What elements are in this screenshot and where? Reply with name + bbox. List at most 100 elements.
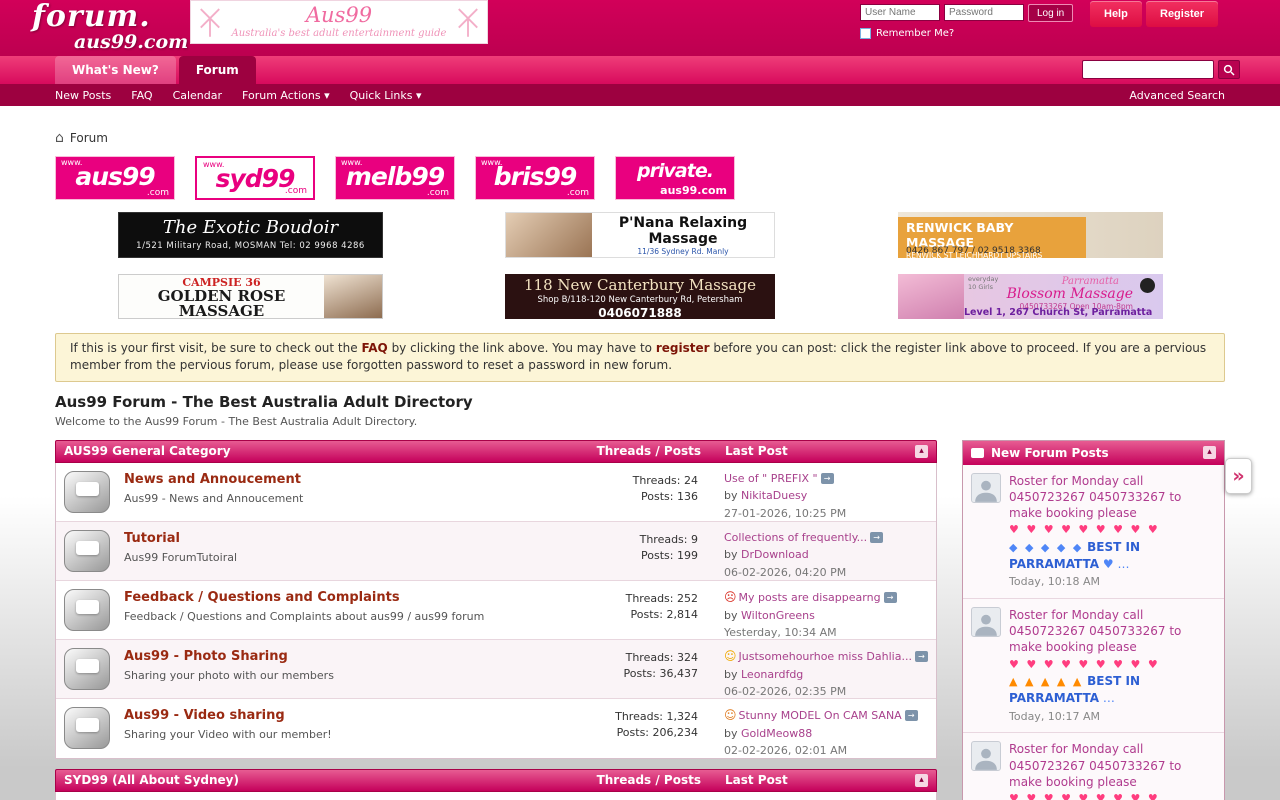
col-last-post: Last Post: [715, 773, 915, 787]
tail-emoji: ♥ …: [1103, 557, 1130, 571]
notice-text: If this is your first visit, be sure to …: [70, 341, 361, 355]
threads-count: Threads: 1,324: [566, 709, 698, 725]
page-title: Aus99 Forum - The Best Australia Adult D…: [55, 393, 1225, 411]
avatar[interactable]: [971, 607, 1001, 637]
forum-stats: Threads: 1,324 Posts: 206,234: [566, 707, 716, 741]
subnav-calendar[interactable]: Calendar: [173, 89, 222, 102]
sidebar-post: Roster for Monday call 0450723267 045073…: [963, 733, 1224, 800]
avatar[interactable]: [971, 741, 1001, 771]
tab-whats-new[interactable]: What's New?: [55, 56, 176, 84]
posts-count: Posts: 36,437: [566, 666, 698, 682]
cat-face-icon: ☺: [724, 708, 737, 722]
search-button[interactable]: [1218, 60, 1240, 79]
last-thread-link[interactable]: Use of " PREFIX ": [724, 472, 818, 485]
tab-forum[interactable]: Forum: [179, 56, 256, 84]
breadcrumb-forum[interactable]: Forum: [70, 131, 108, 145]
advanced-search-link[interactable]: Advanced Search: [1129, 89, 1225, 102]
page-content: ⌂ Forum www. aus99 .com www. syd99 .com …: [0, 130, 1280, 800]
ad-blossom-massage[interactable]: everyday 10 Girls Parramatta Blossom Mas…: [898, 274, 1163, 319]
site-logo[interactable]: forum. aus99.com: [32, 1, 188, 52]
banner-melb99[interactable]: www. melb99 .com: [335, 156, 455, 200]
sidebar-post-link[interactable]: Roster for Monday call 0450723267 045073…: [1009, 608, 1181, 654]
category-title-link[interactable]: SYD99 (All About Sydney): [64, 773, 565, 787]
last-post-user-link[interactable]: DrDownload: [741, 548, 809, 561]
category-title-link[interactable]: AUS99 General Category: [64, 444, 565, 458]
help-button[interactable]: Help: [1090, 1, 1142, 27]
sidebar-post: Roster for Monday call 0450723267 045073…: [963, 599, 1224, 733]
forum-link[interactable]: Feedback / Questions and Complaints: [124, 590, 400, 605]
last-thread-link[interactable]: Collections of frequently...: [724, 531, 867, 544]
last-thread-link[interactable]: Stunny MODEL On CAM SANA: [739, 709, 902, 722]
forum-description: Aus99 - News and Annoucement: [124, 492, 566, 505]
goto-last-post-icon[interactable]: →: [915, 651, 928, 662]
banner-syd99[interactable]: www. syd99 .com: [195, 156, 315, 200]
last-thread-link[interactable]: My posts are disappearng: [739, 591, 881, 604]
username-input[interactable]: [860, 4, 940, 21]
password-input[interactable]: [944, 4, 1024, 21]
collapse-category-icon[interactable]: ▴: [915, 774, 928, 787]
remember-checkbox[interactable]: [860, 28, 871, 39]
subnav-faq[interactable]: FAQ: [131, 89, 152, 102]
speech-bubble-icon: [76, 718, 99, 732]
ad-title: P'Nana Relaxing Massage: [592, 215, 774, 247]
goto-last-post-icon[interactable]: →: [870, 532, 883, 543]
last-post-user-link[interactable]: Leonardfdg: [741, 668, 803, 681]
avatar[interactable]: [971, 473, 1001, 503]
forum-stats: Threads: 24 Posts: 136: [566, 471, 716, 505]
banner-www: www.: [341, 158, 362, 167]
banner-aus99[interactable]: www. aus99 .com: [55, 156, 175, 200]
goto-last-post-icon[interactable]: →: [905, 710, 918, 721]
last-post-user-link[interactable]: GoldMeow88: [741, 727, 812, 740]
sidebar-post-link[interactable]: Roster for Monday call 0450723267 045073…: [1009, 742, 1181, 788]
search-input[interactable]: [1082, 60, 1214, 79]
forum-list: AUS99 General Category Threads / Posts L…: [55, 440, 937, 800]
ad-renwick-massage[interactable]: RENWICK BABY MASSAGE RENWICK ST LEICHHAR…: [898, 212, 1163, 258]
collapse-category-icon[interactable]: ▴: [915, 445, 928, 458]
ad-pnana-massage[interactable]: P'Nana Relaxing Massage 11/36 Sydney Rd.…: [505, 212, 775, 258]
last-post-info: Use of " PREFIX "→ by NikitaDuesy 27-01-…: [716, 471, 928, 521]
speech-bubble-icon: [76, 600, 99, 614]
faq-link[interactable]: FAQ: [361, 341, 387, 355]
smiley-face-icon: ☺: [724, 649, 737, 663]
banner-bris99[interactable]: www. bris99 .com: [475, 156, 595, 200]
goto-last-post-icon[interactable]: →: [884, 592, 897, 603]
sidebar-post-link[interactable]: Roster for Monday call 0450723267 045073…: [1009, 474, 1181, 520]
last-post-user-link[interactable]: WiltonGreens: [741, 609, 815, 622]
banner-www: www.: [481, 158, 502, 167]
windmill-icon: [456, 5, 480, 39]
remember-me[interactable]: Remember Me?: [860, 28, 1073, 39]
ad-118-canterbury-massage[interactable]: 118 New Canterbury Massage Shop B/118-12…: [505, 274, 775, 319]
ad-exotic-boudoir[interactable]: The Exotic Boudoir 1/521 Military Road, …: [118, 212, 383, 258]
forum-link[interactable]: Aus99 - Photo Sharing: [124, 649, 288, 664]
forum-description: Aus99 ForumTutoiral: [124, 551, 566, 564]
goto-last-post-icon[interactable]: →: [821, 473, 834, 484]
last-post-user-link[interactable]: NikitaDuesy: [741, 489, 807, 502]
forum-link[interactable]: Tutorial: [124, 531, 180, 546]
subnav-quick-links[interactable]: Quick Links ▾: [350, 89, 422, 102]
col-last-post: Last Post: [715, 444, 915, 458]
header-banner-ad[interactable]: Aus99 Australia's best adult entertainme…: [190, 0, 488, 44]
ad-photo: [506, 213, 592, 257]
last-thread-link[interactable]: Justsomehourhoe miss Dahlia...: [739, 650, 912, 663]
register-button[interactable]: Register: [1146, 1, 1218, 27]
forum-link[interactable]: Aus99 - Video sharing: [124, 708, 285, 723]
speech-bubble-icon: [76, 482, 99, 496]
forum-icon: [64, 648, 110, 690]
last-post-date: Yesterday, 10:34 AM: [724, 625, 928, 640]
forum-link[interactable]: News and Annoucement: [124, 472, 301, 487]
subnav-forum-actions[interactable]: Forum Actions ▾: [242, 89, 330, 102]
login-button[interactable]: Log in: [1028, 4, 1073, 22]
posts-count: Posts: 2,814: [566, 607, 698, 623]
home-icon[interactable]: ⌂: [55, 130, 64, 146]
expand-sidebar-button[interactable]: »: [1225, 458, 1252, 494]
forum-stats: Threads: 252 Posts: 2,814: [566, 589, 716, 623]
register-link[interactable]: register: [656, 341, 710, 355]
subnav-new-posts[interactable]: New Posts: [55, 89, 111, 102]
banner-private-aus99[interactable]: private. aus99.com: [615, 156, 735, 200]
last-post-date: 06-02-2026, 02:35 PM: [724, 684, 928, 699]
ad-golden-rose-massage[interactable]: CAMPSIE 36 GOLDEN ROSE MASSAGE 36 NORTH …: [118, 274, 383, 319]
banner-www: www.: [203, 160, 224, 169]
collapse-sidebar-icon[interactable]: ▴: [1203, 446, 1216, 459]
threads-count: Threads: 24: [566, 473, 698, 489]
ad-address: Level 1, 267 Church St, Parramatta: [964, 307, 1163, 318]
